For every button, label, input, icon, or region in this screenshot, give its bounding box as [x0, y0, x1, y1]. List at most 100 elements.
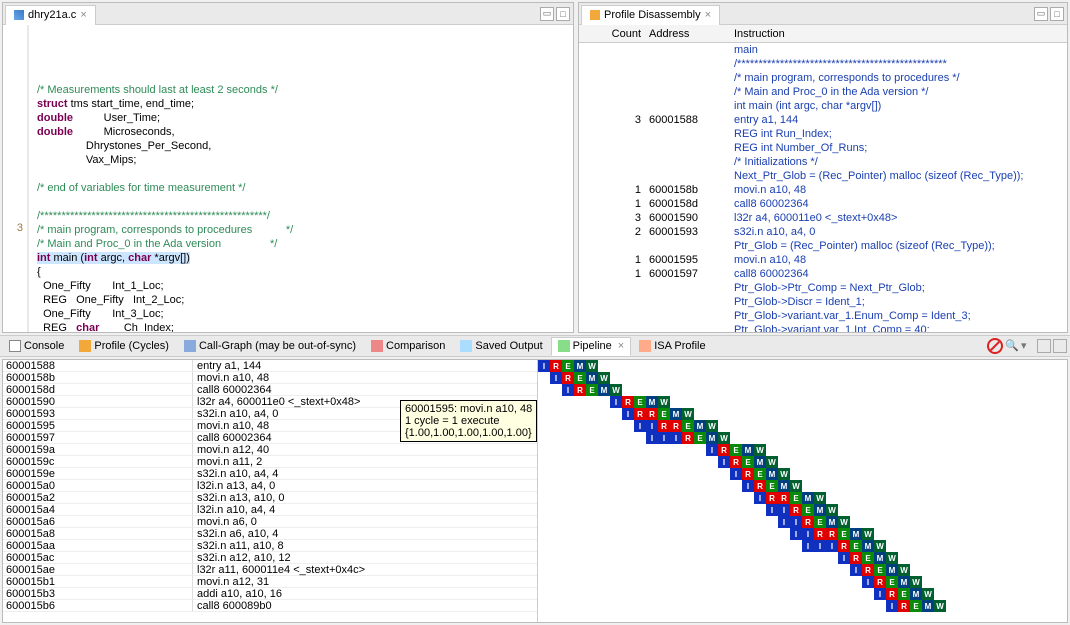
maximize-icon[interactable] [1053, 339, 1067, 353]
save-icon [460, 340, 472, 352]
disasm-row[interactable]: 160001595movi.n a10, 48 [579, 253, 1067, 267]
pipeline-stage-row: IREMW [538, 396, 1067, 408]
disasm-header: Count Address Instruction [579, 25, 1067, 43]
pipeline-row[interactable]: 60001588entry a1, 144 [3, 360, 537, 372]
disasm-tab[interactable]: Profile Disassembly × [581, 5, 720, 25]
disasm-tab-label: Profile Disassembly [604, 9, 701, 21]
bottom-tabbar: Console Profile (Cycles) Call-Graph (may… [0, 335, 1070, 357]
disasm-row[interactable]: 16000158dcall8 60002364 [579, 197, 1067, 211]
source-editor-pane: dhry21a.c × ▭ □ 37 /* Measurements shoul… [2, 2, 574, 333]
pipeline-stage-row: IREMW [538, 588, 1067, 600]
tab-callgraph[interactable]: Call-Graph (may be out-of-sync) [177, 337, 363, 356]
disasm-row[interactable]: /* main program, corresponds to procedur… [579, 71, 1067, 85]
disasm-tab-close-icon[interactable]: × [705, 9, 711, 21]
editor-tabbar: dhry21a.c × ▭ □ [3, 3, 573, 25]
maximize-icon[interactable]: □ [1050, 7, 1064, 21]
pipeline-icon [558, 340, 570, 352]
console-icon [9, 340, 21, 352]
minimize-icon[interactable] [1037, 339, 1051, 353]
pipeline-stage-row: IREMW [538, 600, 1067, 612]
tab-isa-profile[interactable]: ISA Profile [632, 337, 712, 356]
disasm-row[interactable]: Next_Ptr_Glob = (Rec_Pointer) malloc (si… [579, 169, 1067, 183]
editor-tab-dhry21a[interactable]: dhry21a.c × [5, 5, 96, 25]
profile-disassembly-pane: Profile Disassembly × ▭ □ Count Address … [578, 2, 1068, 333]
disasm-row[interactable]: 260001593s32i.n a10, a4, 0 [579, 225, 1067, 239]
pipeline-row[interactable]: 600015a6movi.n a6, 0 [3, 516, 537, 528]
search-icon[interactable]: 🔍 [1005, 339, 1019, 353]
pipeline-row[interactable]: 6000159amovi.n a12, 40 [3, 444, 537, 456]
pipeline-row[interactable]: 6000158dcall8 60002364 [3, 384, 537, 396]
disasm-row[interactable]: Ptr_Glob->variant.var_1.Enum_Comp = Iden… [579, 309, 1067, 323]
close-icon[interactable]: × [618, 340, 624, 352]
pipeline-row[interactable]: 600015b1movi.n a12, 31 [3, 576, 537, 588]
pipeline-row[interactable]: 6000159es32i.n a10, a4, 4 [3, 468, 537, 480]
code-body: /* Measurements should last at least 2 s… [37, 69, 569, 332]
col-instruction[interactable]: Instruction [734, 28, 1067, 40]
pipeline-row[interactable]: 600015aas32i.n a11, a10, 8 [3, 540, 537, 552]
disasm-row[interactable]: int main (int argc, char *argv[]) [579, 99, 1067, 113]
pipeline-stage-row: IIIREMW [538, 432, 1067, 444]
disasm-row[interactable]: Ptr_Glob->variant.var_1.Int_Comp = 40; [579, 323, 1067, 332]
disasm-row[interactable]: Ptr_Glob->Ptr_Comp = Next_Ptr_Glob; [579, 281, 1067, 295]
pipeline-row[interactable]: 600015a8s32i.n a6, a10, 4 [3, 528, 537, 540]
pipeline-row[interactable]: 600015b6call8 600089b0 [3, 600, 537, 612]
source-code-area[interactable]: 37 /* Measurements should last at least … [3, 25, 573, 332]
pipeline-stage-row: IIRREMW [538, 528, 1067, 540]
disasm-row[interactable]: REG int Number_Of_Runs; [579, 141, 1067, 155]
pipeline-stage-row: IIREMW [538, 516, 1067, 528]
tab-profile[interactable]: Profile (Cycles) [72, 337, 176, 356]
pipeline-tooltip: 60001595: movi.n a10, 48 1 cycle = 1 exe… [400, 400, 537, 442]
pipeline-stage-row: IRREMW [538, 408, 1067, 420]
pipeline-stage-row: IREMW [538, 372, 1067, 384]
pipeline-stage-row: IIRREMW [538, 420, 1067, 432]
editor-tab-close-icon[interactable]: × [80, 9, 86, 21]
disasm-icon [590, 10, 600, 20]
pipeline-stage-row: IREMW [538, 468, 1067, 480]
disasm-row[interactable]: Ptr_Glob->Discr = Ident_1; [579, 295, 1067, 309]
stop-icon[interactable] [987, 338, 1003, 354]
disasm-row[interactable]: /* Initializations */ [579, 155, 1067, 169]
pipeline-row[interactable]: 600015acs32i.n a12, a10, 12 [3, 552, 537, 564]
pipeline-stage-row: IREMW [538, 444, 1067, 456]
disasm-row[interactable]: 160001597call8 60002364 [579, 267, 1067, 281]
disasm-row[interactable]: 360001588entry a1, 144 [579, 113, 1067, 127]
pipeline-row[interactable]: 6000159cmovi.n a11, 2 [3, 456, 537, 468]
pipeline-stage-chart[interactable]: IREMWIREMWIREMWIREMWIRREMWIIRREMWIIIREMW… [538, 360, 1067, 622]
maximize-icon[interactable]: □ [556, 7, 570, 21]
disasm-tabbar: Profile Disassembly × ▭ □ [579, 3, 1067, 25]
pipeline-view: 60001588entry a1, 1446000158bmovi.n a10,… [2, 359, 1068, 623]
col-count[interactable]: Count [579, 28, 649, 40]
disasm-row[interactable]: 16000158bmovi.n a10, 48 [579, 183, 1067, 197]
pipeline-stage-row: IREMW [538, 552, 1067, 564]
pipeline-row[interactable]: 600015b3addi a10, a10, 16 [3, 588, 537, 600]
tab-console[interactable]: Console [2, 337, 71, 356]
c-file-icon [14, 10, 24, 20]
pipeline-stage-row: IREMW [538, 360, 1067, 372]
disasm-row[interactable]: /* Main and Proc_0 in the Ada version */ [579, 85, 1067, 99]
tab-pipeline[interactable]: Pipeline× [551, 337, 632, 356]
compare-icon [371, 340, 383, 352]
disasm-row[interactable]: 360001590l32r a4, 600011e0 <_stext+0x48> [579, 211, 1067, 225]
pipeline-row[interactable]: 600015a4l32i.n a10, a4, 4 [3, 504, 537, 516]
pipeline-stage-row: IREMW [538, 456, 1067, 468]
disasm-row[interactable]: main [579, 43, 1067, 57]
disasm-body[interactable]: main/***********************************… [579, 43, 1067, 332]
disasm-row[interactable]: /***************************************… [579, 57, 1067, 71]
disasm-row[interactable]: Ptr_Glob = (Rec_Pointer) malloc (sizeof … [579, 239, 1067, 253]
disasm-row[interactable]: REG int Run_Index; [579, 127, 1067, 141]
editor-gutter: 37 [3, 25, 29, 332]
pipeline-row[interactable]: 600015a0l32i.n a13, a4, 0 [3, 480, 537, 492]
dropdown-icon[interactable]: ▾ [1021, 339, 1035, 353]
pipeline-row[interactable]: 6000158bmovi.n a10, 48 [3, 372, 537, 384]
tab-saved-output[interactable]: Saved Output [453, 337, 549, 356]
profile-icon [79, 340, 91, 352]
pipeline-stage-row: IREMW [538, 384, 1067, 396]
minimize-icon[interactable]: ▭ [540, 7, 554, 21]
col-address[interactable]: Address [649, 28, 734, 40]
pipeline-stage-row: IREMW [538, 576, 1067, 588]
minimize-icon[interactable]: ▭ [1034, 7, 1048, 21]
tab-comparison[interactable]: Comparison [364, 337, 452, 356]
pipeline-row[interactable]: 600015ael32r a11, 600011e4 <_stext+0x4c> [3, 564, 537, 576]
pipeline-stage-row: IREMW [538, 480, 1067, 492]
pipeline-row[interactable]: 600015a2s32i.n a13, a10, 0 [3, 492, 537, 504]
